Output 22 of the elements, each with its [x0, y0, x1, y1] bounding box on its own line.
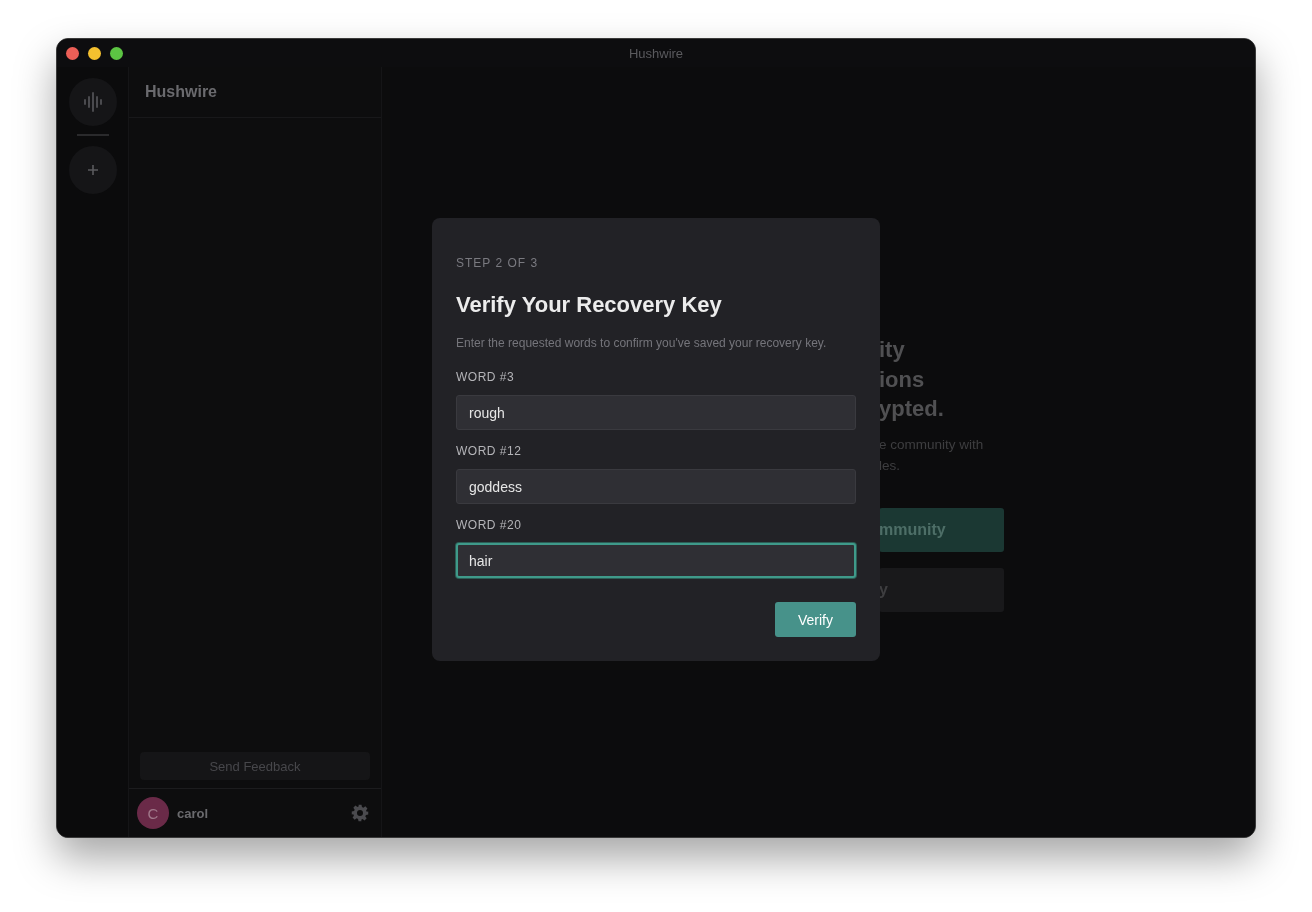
- server-name: Hushwire: [145, 83, 217, 101]
- plus-icon: [86, 164, 99, 176]
- word-input[interactable]: rough: [456, 395, 856, 430]
- heading-text: ypted.: [879, 395, 945, 423]
- field-label: WORD #20: [456, 517, 523, 533]
- dialog-title: Verify Your Recovery Key: [456, 291, 723, 319]
- word-input[interactable]: goddess: [456, 469, 856, 504]
- word-input[interactable]: hair: [456, 543, 856, 578]
- username: carol: [177, 805, 210, 821]
- field-label: WORD #12: [456, 443, 523, 459]
- verify-button[interactable]: Verify: [775, 602, 856, 637]
- window-title: Hushwire: [628, 45, 684, 61]
- heading-text: ions: [879, 365, 926, 394]
- dialog-description: Enter the requested words to confirm you've saved your recovery key.: [456, 335, 828, 351]
- field-label: WORD #3: [456, 369, 516, 385]
- user-avatar[interactable]: C: [137, 797, 169, 829]
- step-indicator: STEP 2 OF 3: [456, 255, 540, 271]
- close-button[interactable]: [66, 47, 79, 60]
- zoom-button[interactable]: [110, 47, 123, 60]
- waveform-icon: [81, 91, 104, 113]
- minimize-button[interactable]: [88, 47, 101, 60]
- heading-text: ity: [879, 336, 906, 364]
